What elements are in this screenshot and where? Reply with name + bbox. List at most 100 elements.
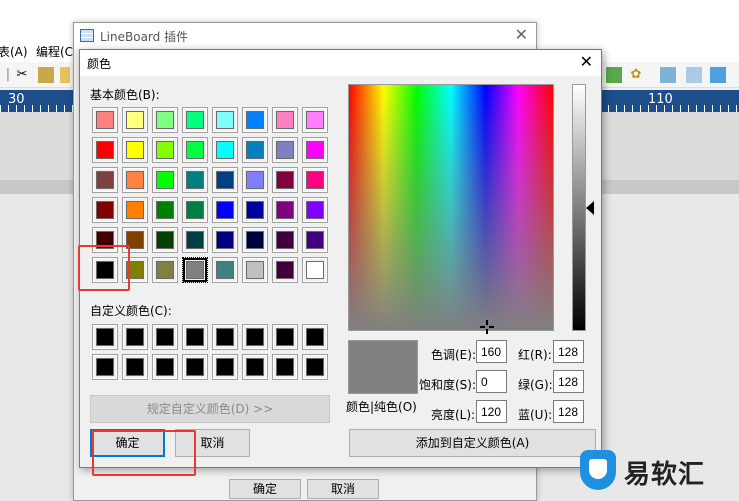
basic-color-swatch[interactable] bbox=[182, 257, 208, 283]
swatch-fill bbox=[186, 231, 204, 249]
color-preview bbox=[348, 340, 418, 394]
basic-color-swatch[interactable] bbox=[122, 137, 148, 163]
custom-color-swatch[interactable] bbox=[152, 354, 178, 380]
basic-color-swatch[interactable] bbox=[242, 197, 268, 223]
swatch-fill bbox=[276, 111, 294, 129]
basic-color-swatch[interactable] bbox=[242, 107, 268, 133]
dialog-close-button[interactable]: ✕ bbox=[580, 52, 593, 71]
basic-color-swatch[interactable] bbox=[242, 227, 268, 253]
swatch-fill bbox=[156, 141, 174, 159]
custom-color-swatch[interactable] bbox=[92, 324, 118, 350]
green-input[interactable] bbox=[553, 370, 584, 393]
basic-color-swatch[interactable] bbox=[302, 257, 328, 283]
basic-color-swatch[interactable] bbox=[212, 137, 238, 163]
basic-color-swatch[interactable] bbox=[272, 107, 298, 133]
swatch-fill bbox=[126, 141, 144, 159]
basic-color-swatch[interactable] bbox=[212, 107, 238, 133]
cut-icon[interactable]: ✂ bbox=[14, 67, 30, 83]
menu-item-program[interactable]: 编程(C) bbox=[36, 43, 78, 60]
gear-icon[interactable]: ✿ bbox=[628, 67, 644, 83]
basic-color-swatch[interactable] bbox=[212, 197, 238, 223]
luminance-input[interactable] bbox=[476, 400, 507, 423]
basic-color-swatch[interactable] bbox=[212, 257, 238, 283]
basic-color-swatch[interactable] bbox=[272, 257, 298, 283]
swatch-fill bbox=[276, 328, 294, 346]
basic-color-swatch[interactable] bbox=[302, 137, 328, 163]
basic-color-swatch[interactable] bbox=[212, 167, 238, 193]
basic-color-swatch[interactable] bbox=[152, 227, 178, 253]
layer-icon[interactable] bbox=[686, 67, 702, 83]
plugin-cancel-button[interactable]: 取消 bbox=[307, 479, 379, 499]
basic-color-swatch[interactable] bbox=[242, 257, 268, 283]
cube-icon[interactable] bbox=[660, 67, 676, 83]
basic-color-swatch[interactable] bbox=[182, 137, 208, 163]
color-solid-label: 颜色|纯色(O) bbox=[346, 400, 417, 414]
panel-icon[interactable] bbox=[710, 67, 726, 83]
basic-color-swatch[interactable] bbox=[272, 227, 298, 253]
swatch-fill bbox=[126, 328, 144, 346]
basic-color-swatch[interactable] bbox=[302, 227, 328, 253]
basic-color-swatch[interactable] bbox=[182, 167, 208, 193]
luminance-arrow-icon[interactable] bbox=[586, 201, 594, 215]
swatch-fill bbox=[276, 231, 294, 249]
color-spectrum[interactable] bbox=[348, 84, 554, 331]
basic-color-swatch[interactable] bbox=[152, 137, 178, 163]
basic-color-swatch[interactable] bbox=[182, 197, 208, 223]
basic-color-swatch[interactable] bbox=[272, 137, 298, 163]
swatch-fill bbox=[186, 358, 204, 376]
blue-input[interactable] bbox=[553, 400, 584, 423]
basic-color-swatch[interactable] bbox=[152, 197, 178, 223]
basic-color-swatch[interactable] bbox=[92, 107, 118, 133]
copy-icon[interactable] bbox=[38, 67, 54, 83]
luminance-slider[interactable] bbox=[572, 84, 586, 331]
swatch-fill bbox=[306, 358, 324, 376]
basic-color-swatch[interactable] bbox=[92, 197, 118, 223]
basic-color-swatch[interactable] bbox=[242, 137, 268, 163]
basic-color-swatch[interactable] bbox=[122, 197, 148, 223]
basic-color-swatch[interactable] bbox=[272, 167, 298, 193]
swatch-fill bbox=[306, 171, 324, 189]
swatch-fill bbox=[246, 141, 264, 159]
image-icon[interactable] bbox=[606, 67, 622, 83]
paste-icon[interactable] bbox=[60, 67, 70, 83]
basic-color-swatch[interactable] bbox=[302, 107, 328, 133]
basic-color-swatch[interactable] bbox=[182, 107, 208, 133]
basic-color-swatch[interactable] bbox=[302, 167, 328, 193]
basic-color-swatch[interactable] bbox=[122, 107, 148, 133]
basic-color-swatch[interactable] bbox=[242, 167, 268, 193]
app-window-icon bbox=[80, 29, 94, 42]
custom-color-swatch[interactable] bbox=[122, 324, 148, 350]
basic-color-swatch[interactable] bbox=[92, 137, 118, 163]
custom-color-swatch[interactable] bbox=[242, 324, 268, 350]
menu-item-table[interactable]: 表(A) bbox=[0, 43, 28, 60]
custom-color-swatch[interactable] bbox=[212, 324, 238, 350]
swatch-fill bbox=[156, 261, 174, 279]
custom-color-swatch[interactable] bbox=[182, 354, 208, 380]
define-custom-colors-button[interactable]: 规定自定义颜色(D) >> bbox=[90, 395, 330, 423]
plugin-close-button[interactable]: ✕ bbox=[515, 25, 528, 44]
add-to-custom-colors-button[interactable]: 添加到自定义颜色(A) bbox=[349, 429, 596, 457]
custom-color-swatch[interactable] bbox=[92, 354, 118, 380]
plugin-ok-button[interactable]: 确定 bbox=[229, 479, 301, 499]
red-input[interactable] bbox=[553, 340, 584, 363]
basic-color-swatch[interactable] bbox=[152, 107, 178, 133]
custom-color-swatch[interactable] bbox=[182, 324, 208, 350]
basic-color-swatch[interactable] bbox=[212, 227, 238, 253]
custom-color-swatch[interactable] bbox=[302, 354, 328, 380]
basic-color-swatch[interactable] bbox=[152, 257, 178, 283]
hue-input[interactable] bbox=[476, 340, 507, 363]
saturation-input[interactable] bbox=[476, 370, 507, 393]
basic-color-swatch[interactable] bbox=[182, 227, 208, 253]
basic-color-swatch[interactable] bbox=[302, 197, 328, 223]
custom-color-swatch[interactable] bbox=[242, 354, 268, 380]
basic-color-swatch[interactable] bbox=[122, 167, 148, 193]
basic-color-swatch[interactable] bbox=[92, 167, 118, 193]
custom-color-swatch[interactable] bbox=[122, 354, 148, 380]
custom-color-swatch[interactable] bbox=[302, 324, 328, 350]
custom-color-swatch[interactable] bbox=[212, 354, 238, 380]
custom-color-swatch[interactable] bbox=[272, 324, 298, 350]
custom-color-swatch[interactable] bbox=[152, 324, 178, 350]
basic-color-swatch[interactable] bbox=[272, 197, 298, 223]
basic-color-swatch[interactable] bbox=[152, 167, 178, 193]
custom-color-swatch[interactable] bbox=[272, 354, 298, 380]
